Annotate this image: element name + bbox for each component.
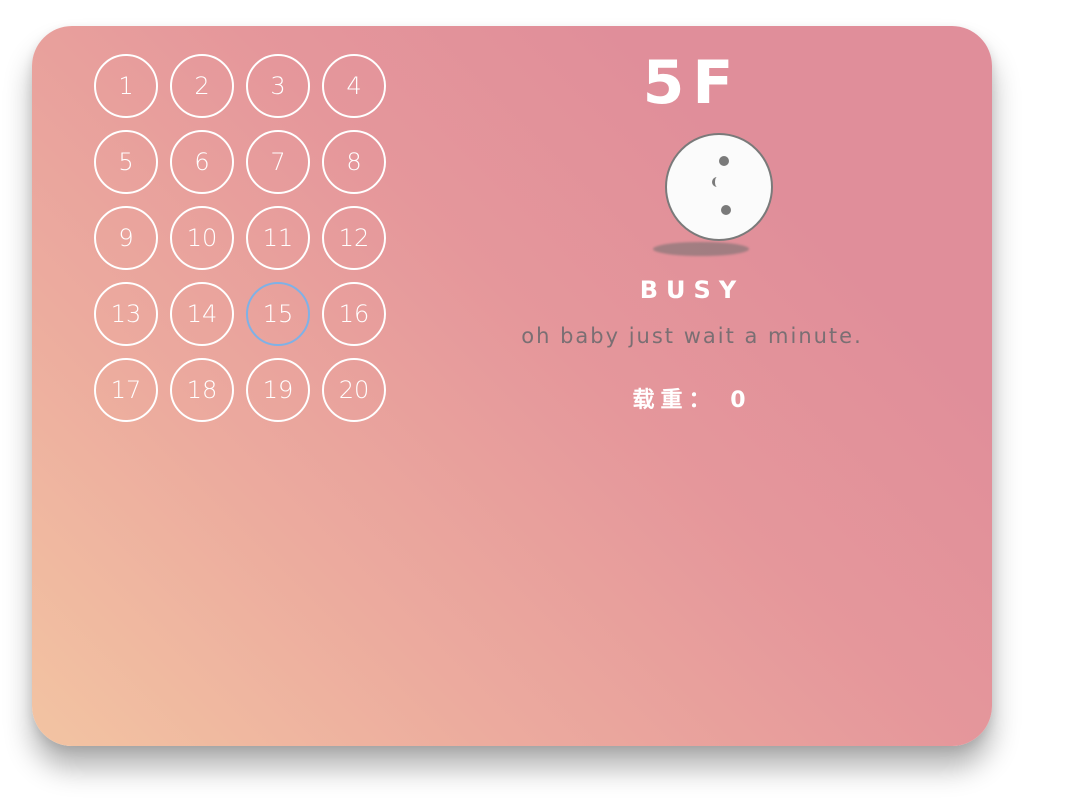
floor-button-6[interactable]: 6 — [170, 130, 234, 194]
load-indicator: 载重： 0 — [472, 382, 912, 414]
floor-button-1[interactable]: 1 — [94, 54, 158, 118]
elevator-panel: 1 2 3 4 5 6 7 8 9 10 11 12 13 14 15 16 1… — [32, 26, 992, 746]
floor-button-5[interactable]: 5 — [94, 130, 158, 194]
load-label: 载重： — [632, 388, 717, 413]
floor-button-14[interactable]: 14 — [170, 282, 234, 346]
load-value: 0 — [730, 388, 752, 413]
busy-face-icon — [665, 133, 773, 241]
floor-button-13[interactable]: 13 — [94, 282, 158, 346]
floor-button-17[interactable]: 17 — [94, 358, 158, 422]
floor-button-3[interactable]: 3 — [246, 54, 310, 118]
current-floor-display: 5F — [642, 48, 742, 118]
status-label: BUSY — [639, 276, 745, 304]
floor-button-12[interactable]: 12 — [322, 206, 386, 270]
face-shadow — [653, 242, 749, 256]
floor-button-20[interactable]: 20 — [322, 358, 386, 422]
face-eye-bottom — [721, 205, 731, 215]
floor-button-4[interactable]: 4 — [322, 54, 386, 118]
floor-button-10[interactable]: 10 — [170, 206, 234, 270]
face-mouth — [712, 177, 722, 187]
floor-button-11[interactable]: 11 — [246, 206, 310, 270]
floor-button-7[interactable]: 7 — [246, 130, 310, 194]
face-eye-top — [719, 156, 729, 166]
floor-button-2[interactable]: 2 — [170, 54, 234, 118]
floor-button-19[interactable]: 19 — [246, 358, 310, 422]
status-panel: 5F BUSY oh baby just wait a minute. 载重： … — [472, 26, 912, 446]
floor-button-8[interactable]: 8 — [322, 130, 386, 194]
floor-keypad: 1 2 3 4 5 6 7 8 9 10 11 12 13 14 15 16 1… — [94, 54, 398, 422]
floor-button-9[interactable]: 9 — [94, 206, 158, 270]
floor-button-15[interactable]: 15 — [246, 282, 310, 346]
status-message: oh baby just wait a minute. — [521, 324, 863, 348]
floor-button-18[interactable]: 18 — [170, 358, 234, 422]
floor-button-16[interactable]: 16 — [322, 282, 386, 346]
